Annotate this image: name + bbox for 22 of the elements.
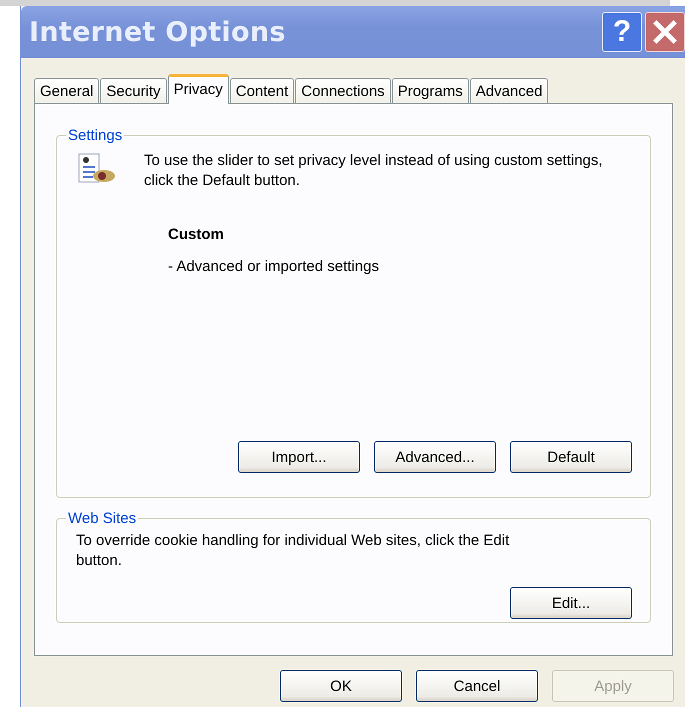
tab[interactable]: Security xyxy=(100,78,167,103)
advanced-button[interactable]: Advanced... xyxy=(374,441,496,473)
close-icon[interactable] xyxy=(645,12,685,52)
import-button[interactable]: Import... xyxy=(238,441,360,473)
description-text: To override cookie handling for individual Web sites, click the Edit button. xyxy=(76,531,510,571)
tab[interactable]: Content xyxy=(230,78,294,103)
tab[interactable]: Privacy xyxy=(168,74,229,104)
default-button[interactable]: Default xyxy=(510,441,632,473)
tab[interactable]: Advanced xyxy=(470,78,548,103)
tab[interactable]: Connections xyxy=(295,78,391,103)
cancel-button[interactable]: Cancel xyxy=(416,670,538,702)
tab[interactable]: Programs xyxy=(392,78,469,103)
edit-button[interactable]: Edit... xyxy=(510,587,632,619)
level-description: - Advanced or imported settings xyxy=(168,258,380,275)
group-legend: Settings xyxy=(66,127,124,144)
help-button[interactable]: ? xyxy=(602,12,642,52)
ok-button[interactable]: OK xyxy=(280,670,402,702)
window-title: Internet Options xyxy=(29,16,287,48)
level-name: Custom xyxy=(168,226,225,243)
description-text: To use the slider to set privacy level instead of using custom settings, click the Default button. xyxy=(144,151,604,191)
tab[interactable]: General xyxy=(34,78,100,103)
group-legend: Web Sites xyxy=(66,510,138,527)
